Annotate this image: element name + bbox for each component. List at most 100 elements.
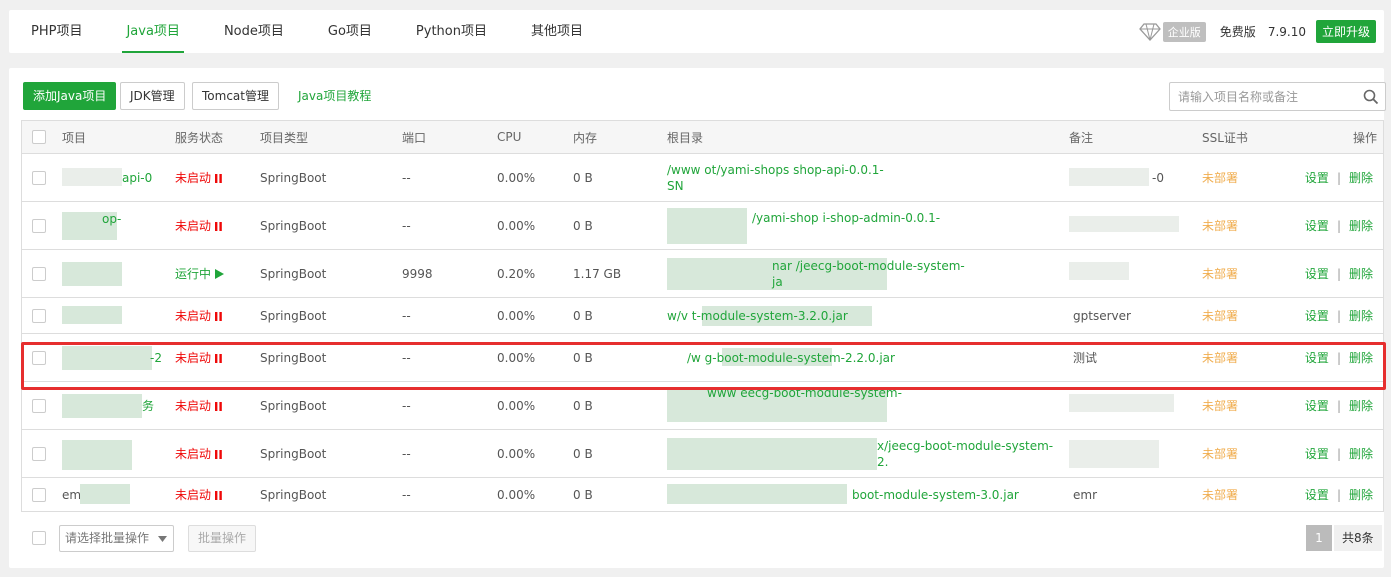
row-checkbox[interactable] bbox=[32, 308, 46, 323]
service-status[interactable]: 未启动 bbox=[175, 486, 222, 503]
project-type: SpringBoot bbox=[260, 218, 327, 233]
settings-link[interactable]: 设置 bbox=[1305, 488, 1329, 502]
mem-usage: 1.17 GB bbox=[573, 266, 622, 281]
tab-node[interactable]: Node项目 bbox=[202, 10, 306, 53]
delete-link[interactable]: 删除 bbox=[1349, 447, 1373, 461]
row-checkbox[interactable] bbox=[32, 487, 46, 502]
row-checkbox[interactable] bbox=[32, 398, 46, 413]
root-dir[interactable]: nar /jeecg-boot-module-system-ja bbox=[772, 258, 965, 290]
root-dir[interactable]: www eecg-boot-module-system- bbox=[707, 386, 902, 400]
cpu-usage: 0.00% bbox=[497, 350, 536, 365]
delete-link[interactable]: 删除 bbox=[1349, 351, 1373, 365]
col-status[interactable]: 服务状态 bbox=[175, 129, 223, 146]
service-status[interactable]: 未启动 bbox=[175, 307, 222, 324]
ssl-status[interactable]: 未部署 bbox=[1202, 486, 1238, 503]
select-all-checkbox[interactable] bbox=[32, 130, 46, 144]
settings-link[interactable]: 设置 bbox=[1305, 447, 1329, 461]
col-cpu[interactable]: CPU bbox=[497, 130, 521, 144]
ssl-status[interactable]: 未部署 bbox=[1202, 217, 1238, 234]
root-dir[interactable]: /www ot/yami-shops shop-api-0.0.1- SN bbox=[667, 162, 884, 194]
tab-php[interactable]: PHP项目 bbox=[9, 10, 104, 53]
project-name[interactable]: op- bbox=[102, 212, 121, 226]
pause-icon bbox=[215, 491, 222, 500]
row-actions: 设置 | 删除 bbox=[1304, 447, 1373, 461]
service-status[interactable]: 未启动 bbox=[175, 217, 222, 234]
delete-link[interactable]: 删除 bbox=[1349, 488, 1373, 502]
footer-select-all-checkbox[interactable] bbox=[32, 531, 46, 545]
ssl-status[interactable]: 未部署 bbox=[1202, 445, 1238, 462]
cpu-usage: 0.00% bbox=[497, 218, 536, 233]
root-dir[interactable]: x/jeecg-boot-module-system- 2. bbox=[877, 438, 1053, 470]
page-number[interactable]: 1 bbox=[1306, 525, 1332, 551]
port: -- bbox=[402, 446, 411, 461]
delete-link[interactable]: 删除 bbox=[1349, 219, 1373, 233]
service-status[interactable]: 未启动 bbox=[175, 397, 222, 414]
ssl-status[interactable]: 未部署 bbox=[1202, 307, 1238, 324]
root-dir[interactable]: /yami-shop i-shop-admin-0.0.1- bbox=[752, 211, 940, 225]
row-checkbox[interactable] bbox=[32, 266, 46, 281]
pause-icon bbox=[215, 450, 222, 459]
row-actions: 设置 | 删除 bbox=[1304, 309, 1373, 323]
ssl-status[interactable]: 未部署 bbox=[1202, 397, 1238, 414]
col-mem[interactable]: 内存 bbox=[573, 129, 597, 146]
project-name[interactable]: -2 bbox=[150, 351, 162, 365]
project-name[interactable]: 务 bbox=[142, 397, 154, 414]
settings-link[interactable]: 设置 bbox=[1305, 351, 1329, 365]
settings-link[interactable]: 设置 bbox=[1305, 399, 1329, 413]
search-input[interactable] bbox=[1170, 83, 1350, 110]
jdk-manage-button[interactable]: JDK管理 bbox=[120, 82, 185, 110]
col-port: 端口 bbox=[402, 130, 427, 145]
row-checkbox[interactable] bbox=[32, 170, 46, 185]
tab-java[interactable]: Java项目 bbox=[104, 10, 201, 53]
root-dir[interactable]: /w g-boot-module-system-2.2.0.jar bbox=[687, 351, 895, 365]
row-checkbox[interactable] bbox=[32, 218, 46, 233]
search-icon[interactable] bbox=[1363, 89, 1379, 105]
pause-icon bbox=[215, 174, 222, 183]
cpu-usage: 0.20% bbox=[497, 266, 536, 281]
tomcat-manage-button[interactable]: Tomcat管理 bbox=[192, 82, 279, 110]
tab-other[interactable]: 其他项目 bbox=[509, 10, 605, 53]
add-java-project-button[interactable]: 添加Java项目 bbox=[23, 82, 117, 110]
project-name[interactable]: em bbox=[62, 488, 81, 502]
service-status[interactable]: 未启动 bbox=[175, 445, 222, 462]
remark[interactable]: 测试 bbox=[1073, 349, 1097, 366]
java-tutorial-link[interactable]: Java项目教程 bbox=[298, 82, 371, 110]
col-remark: 备注 bbox=[1069, 130, 1094, 145]
service-status[interactable]: 未启动 bbox=[175, 349, 222, 366]
service-status[interactable]: 运行中 bbox=[175, 265, 225, 282]
ssl-status[interactable]: 未部署 bbox=[1202, 265, 1238, 282]
project-type: SpringBoot bbox=[260, 170, 327, 185]
root-dir[interactable]: boot-module-system-3.0.jar bbox=[852, 488, 1019, 502]
settings-link[interactable]: 设置 bbox=[1305, 309, 1329, 323]
batch-operation-button[interactable]: 批量操作 bbox=[188, 525, 257, 552]
toolbar: 添加Java项目 JDK管理 Tomcat管理 Java项目教程 bbox=[23, 82, 1386, 111]
ssl-status[interactable]: 未部署 bbox=[1202, 349, 1238, 366]
delete-link[interactable]: 删除 bbox=[1349, 399, 1373, 413]
remark[interactable]: -0 bbox=[1152, 171, 1164, 185]
project-type: SpringBoot bbox=[260, 266, 327, 281]
settings-link[interactable]: 设置 bbox=[1305, 171, 1329, 185]
delete-link[interactable]: 删除 bbox=[1349, 309, 1373, 323]
row-checkbox[interactable] bbox=[32, 350, 46, 365]
remark[interactable]: emr bbox=[1073, 488, 1097, 502]
batch-operation-select[interactable]: 请选择批量操作 bbox=[59, 525, 174, 552]
settings-link[interactable]: 设置 bbox=[1305, 219, 1329, 233]
row-checkbox[interactable] bbox=[32, 446, 46, 461]
mem-usage: 0 B bbox=[573, 398, 593, 413]
service-status[interactable]: 未启动 bbox=[175, 169, 222, 186]
root-dir[interactable]: w/v t-module-system-3.2.0.jar bbox=[667, 309, 848, 323]
upgrade-button[interactable]: 立即升级 bbox=[1315, 20, 1376, 43]
remark[interactable]: gptserver bbox=[1073, 309, 1131, 323]
delete-link[interactable]: 删除 bbox=[1349, 171, 1373, 185]
project-name[interactable]: api-0 bbox=[122, 171, 152, 185]
col-name[interactable]: 项目 bbox=[62, 129, 86, 146]
row-actions: 设置 | 删除 bbox=[1304, 351, 1373, 365]
tab-python[interactable]: Python项目 bbox=[394, 10, 509, 53]
ssl-status[interactable]: 未部署 bbox=[1202, 169, 1238, 186]
pause-icon bbox=[215, 312, 222, 321]
enterprise-badge[interactable]: 企业版 bbox=[1162, 21, 1206, 42]
delete-link[interactable]: 删除 bbox=[1349, 267, 1373, 281]
tab-go[interactable]: Go项目 bbox=[306, 10, 394, 53]
settings-link[interactable]: 设置 bbox=[1305, 267, 1329, 281]
mem-usage: 0 B bbox=[573, 487, 593, 502]
